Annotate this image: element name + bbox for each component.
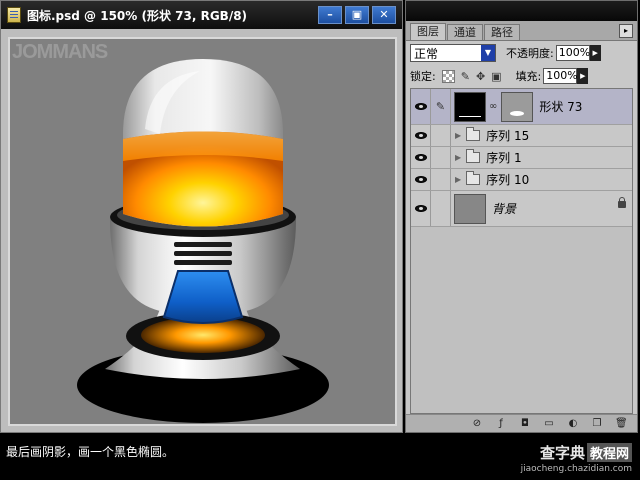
lock-transparency-icon[interactable] <box>441 69 455 83</box>
chevron-down-icon[interactable]: ▼ <box>481 45 495 61</box>
panel-menu-icon[interactable]: ▸ <box>619 24 633 38</box>
background-thumbnail <box>454 193 486 224</box>
link-layers-icon[interactable]: ⊘ <box>471 418 483 429</box>
expand-triangle-icon[interactable]: ▶ <box>455 153 461 162</box>
tab-paths[interactable]: 路径 <box>484 24 520 40</box>
tab-channels[interactable]: 通道 <box>447 24 483 40</box>
robot-lamp-artwork <box>77 59 329 423</box>
chain-link-icon[interactable]: ∞ <box>489 101 497 112</box>
panel-grip-bar[interactable] <box>406 1 637 21</box>
layer-name: 序列 10 <box>486 173 530 187</box>
opacity-input[interactable]: 100% <box>555 45 590 61</box>
blend-mode-value: 正常 <box>414 46 439 61</box>
layer-thumbnail <box>454 91 486 122</box>
link-slot[interactable] <box>431 125 451 146</box>
panel-tabs: 图层 通道 路径 ▸ <box>406 21 637 41</box>
trash-icon[interactable]: 🗑 <box>615 418 628 429</box>
layer-row-shape-73[interactable]: ✎ ∞ 形状 73 <box>411 89 632 125</box>
opacity-label: 不透明度: <box>506 47 554 60</box>
layer-name: 序列 15 <box>486 129 530 143</box>
grill-bar <box>174 251 232 256</box>
blue-nozzle <box>162 270 244 324</box>
link-slot[interactable] <box>431 169 451 190</box>
lock-all-icon[interactable]: ▣ <box>491 70 501 83</box>
panel-footer-toolbar: ⊘ ƒ ◘ ▭ ◐ ❐ 🗑 <box>406 414 637 432</box>
link-slot[interactable] <box>431 147 451 168</box>
fill-label: 填充: <box>515 70 542 83</box>
tutorial-caption: 最后画阴影，画一个黑色椭圆。 <box>6 445 175 459</box>
restore-button[interactable]: ▣ <box>345 6 369 24</box>
layer-row-group[interactable]: ▶ 序列 1 <box>411 147 632 169</box>
site-name: 查字典 <box>539 444 585 462</box>
lock-label: 锁定: <box>410 70 436 83</box>
link-slot[interactable] <box>431 191 451 226</box>
minimize-button[interactable]: – <box>318 6 342 24</box>
folder-icon <box>466 149 481 163</box>
expand-triangle-icon[interactable]: ▶ <box>455 131 461 140</box>
layers-list: ✎ ∞ 形状 73 ▶ 序列 15 ▶ 序列 1 ▶ 序列 10 背景 <box>410 88 633 414</box>
layer-name: 背景 <box>492 202 517 216</box>
visibility-eye-icon[interactable] <box>411 147 431 168</box>
layer-style-icon[interactable]: ƒ <box>495 418 507 429</box>
visibility-eye-icon[interactable] <box>411 89 431 124</box>
site-url: jiaocheng.chazidian.com <box>520 464 632 474</box>
vector-mask-thumbnail <box>501 91 534 122</box>
lock-icon <box>618 197 626 208</box>
folder-icon <box>466 127 481 141</box>
document-title: 图标.psd @ 150% (形状 73, RGB/8) <box>27 8 248 23</box>
document-window: 图标.psd @ 150% (形状 73, RGB/8) – ▣ ✕ JOMMA… <box>0 0 403 433</box>
tab-layers[interactable]: 图层 <box>410 23 446 40</box>
lock-fill-row: 锁定: ✎ ✥ ▣ 填充: 100% ▶ <box>410 66 633 86</box>
brush-icon[interactable]: ✎ <box>431 89 451 124</box>
add-mask-icon[interactable]: ◘ <box>519 418 531 429</box>
layer-name: 形状 73 <box>539 100 583 114</box>
site-name-box: 教程网 <box>586 443 632 462</box>
site-logo: 查字典 教程网 jiaocheng.chazidian.com <box>521 442 632 474</box>
layer-name: 序列 1 <box>486 151 522 165</box>
document-titlebar[interactable]: 图标.psd @ 150% (形状 73, RGB/8) – ▣ ✕ <box>1 1 402 29</box>
lock-pixels-icon[interactable]: ✎ <box>461 70 470 83</box>
new-group-icon[interactable]: ▭ <box>543 418 555 429</box>
document-canvas[interactable]: JOMMANS <box>8 37 397 426</box>
grill-bar <box>174 242 232 247</box>
visibility-eye-icon[interactable] <box>411 125 431 146</box>
folder-icon <box>466 171 481 185</box>
visibility-eye-icon[interactable] <box>411 169 431 190</box>
expand-triangle-icon[interactable]: ▶ <box>455 175 461 184</box>
psd-file-icon <box>7 7 21 23</box>
layers-panel: 图层 通道 路径 ▸ 正常 ▼ 不透明度: 100% ▶ 锁定: ✎ ✥ ▣ 填… <box>405 0 638 433</box>
visibility-eye-icon[interactable] <box>411 191 431 226</box>
window-buttons: – ▣ ✕ <box>318 6 396 24</box>
layer-row-group[interactable]: ▶ 序列 10 <box>411 169 632 191</box>
close-button[interactable]: ✕ <box>372 6 396 24</box>
fill-input[interactable]: 100% <box>543 68 578 84</box>
fill-slider-arrow-icon[interactable]: ▶ <box>577 68 589 84</box>
opacity-slider-arrow-icon[interactable]: ▶ <box>589 45 601 61</box>
grill-bar <box>174 260 232 265</box>
new-layer-icon[interactable]: ❐ <box>591 418 603 429</box>
lock-position-icon[interactable]: ✥ <box>476 70 485 83</box>
layer-row-background[interactable]: 背景 <box>411 191 632 227</box>
blend-mode-select[interactable]: 正常 ▼ <box>410 44 496 62</box>
blend-opacity-row: 正常 ▼ 不透明度: 100% ▶ <box>410 43 633 63</box>
adjustment-layer-icon[interactable]: ◐ <box>567 418 579 429</box>
layer-row-group[interactable]: ▶ 序列 15 <box>411 125 632 147</box>
